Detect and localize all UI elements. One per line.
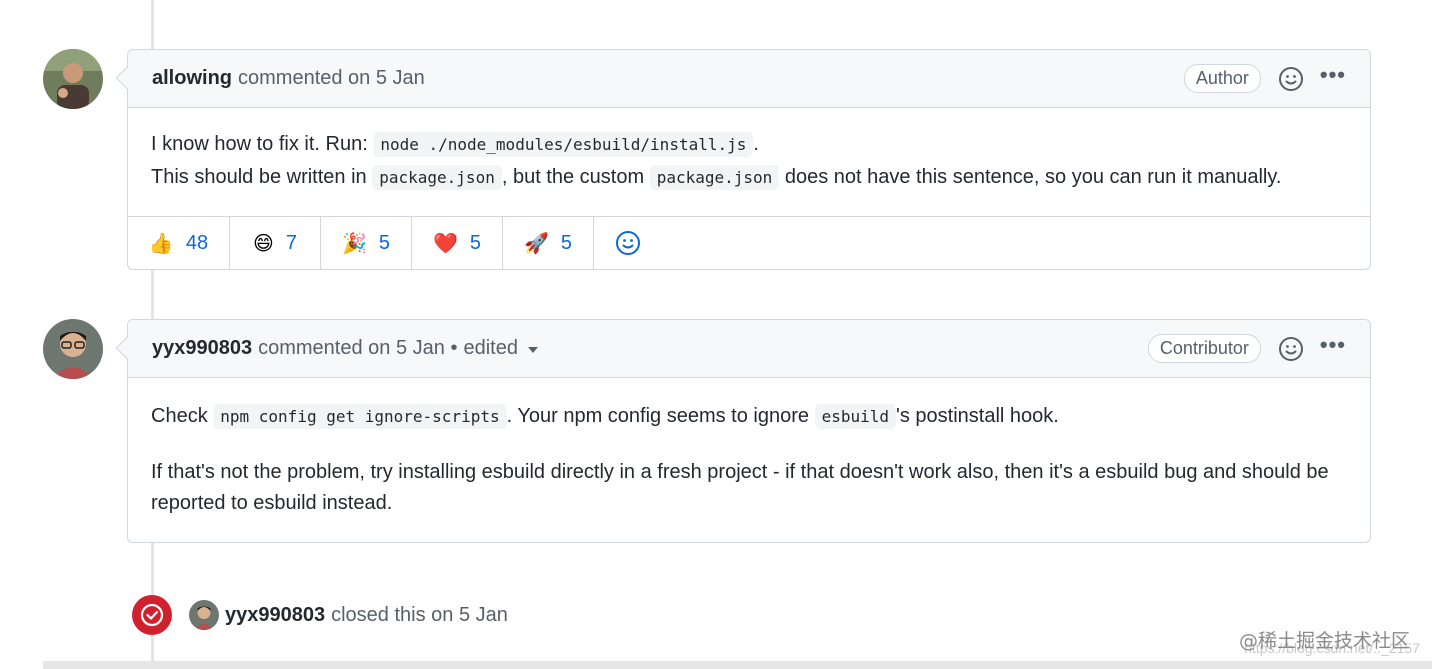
kebab-menu-icon[interactable]: •••	[1320, 63, 1346, 94]
reaction-count: 5	[378, 231, 391, 254]
body-text: , but the custom	[501, 166, 650, 188]
body-text: This should be written in	[151, 166, 373, 188]
thumbs-up-icon: 👍	[148, 232, 174, 255]
page-divider	[43, 661, 1432, 669]
comment: yyx990803 commented on 5 Jan • edited Co…	[115, 319, 1371, 543]
add-reaction-button[interactable]	[594, 217, 662, 269]
reaction-count: 5	[469, 231, 482, 254]
reaction-rocket[interactable]: 🚀 5	[503, 217, 594, 269]
reactions-bar: 👍 48 😄 7 🎉 5 ❤️ 5 🚀 5	[128, 216, 1370, 269]
dropdown-caret-icon	[527, 346, 538, 353]
body-text: 's postinstall hook.	[896, 405, 1059, 427]
kebab-menu-icon[interactable]: •••	[1320, 333, 1346, 364]
inline-code: npm config get ignore-scripts	[213, 404, 507, 429]
smiley-icon	[616, 231, 640, 255]
body-text: I know how to fix it. Run:	[151, 133, 374, 155]
watermark: @稀土掘金技术社区	[1238, 630, 1410, 652]
comment-caret	[115, 336, 139, 360]
comment-paragraph: If that's not the problem, try installin…	[151, 461, 1329, 514]
body-text: Check	[151, 405, 214, 427]
comment-line: This should be written in package.json, …	[151, 161, 1347, 194]
inline-code: package.json	[372, 165, 502, 190]
reaction-laugh[interactable]: 😄 7	[230, 217, 321, 269]
author-link[interactable]: allowing	[152, 67, 232, 90]
closed-event: yyx990803 closed this on 5 Jan	[132, 595, 508, 635]
role-badge: Contributor	[1147, 334, 1261, 363]
inline-code: node ./node_modules/esbuild/install.js	[373, 132, 754, 157]
reaction-heart[interactable]: ❤️ 5	[412, 217, 503, 269]
inline-code: esbuild	[814, 404, 897, 429]
actor-avatar[interactable]	[189, 600, 219, 630]
reaction-count: 48	[185, 231, 209, 254]
rocket-icon: 🚀	[523, 232, 549, 255]
comment-line: I know how to fix it. Run: node ./node_m…	[151, 128, 1347, 161]
body-text: .	[753, 133, 759, 155]
reaction-tada[interactable]: 🎉 5	[321, 217, 412, 269]
laugh-icon: 😄	[253, 232, 274, 255]
closed-text[interactable]: closed this on 5 Jan	[331, 604, 508, 627]
actor-link[interactable]: yyx990803	[225, 604, 325, 627]
comment: allowing commented on 5 Jan Author ••• I…	[115, 49, 1371, 270]
reaction-count: 5	[560, 231, 573, 254]
comment-timestamp[interactable]: commented on 5 Jan •	[258, 337, 457, 360]
issue-closed-icon	[132, 595, 172, 635]
comment-paragraph: Check npm config get ignore-scripts. You…	[151, 400, 1347, 433]
add-reaction-icon[interactable]	[1278, 336, 1304, 362]
comment-timestamp[interactable]: commented on 5 Jan	[238, 67, 425, 90]
role-badge: Author	[1183, 64, 1261, 93]
comment-header: yyx990803 commented on 5 Jan • edited Co…	[115, 320, 1370, 378]
body-text: . Your npm config seems to ignore	[506, 405, 815, 427]
heart-icon: ❤️	[432, 232, 458, 255]
tada-icon: 🎉	[341, 232, 367, 255]
add-reaction-icon[interactable]	[1278, 66, 1304, 92]
comment-caret	[115, 66, 139, 90]
body-text: does not have this sentence, so you can …	[779, 166, 1282, 188]
comment-body: I know how to fix it. Run: node ./node_m…	[128, 108, 1370, 216]
edited-label: edited	[463, 337, 518, 359]
inline-code: package.json	[649, 165, 780, 190]
author-link[interactable]: yyx990803	[152, 337, 252, 360]
comment-body: Check npm config get ignore-scripts. You…	[128, 378, 1370, 541]
reaction-thumbs-up[interactable]: 👍 48	[128, 217, 230, 269]
edited-dropdown[interactable]: edited	[463, 337, 538, 360]
comment-header: allowing commented on 5 Jan Author •••	[115, 50, 1370, 108]
reaction-count: 7	[285, 231, 297, 254]
avatar[interactable]	[43, 49, 103, 109]
avatar[interactable]	[43, 319, 103, 379]
